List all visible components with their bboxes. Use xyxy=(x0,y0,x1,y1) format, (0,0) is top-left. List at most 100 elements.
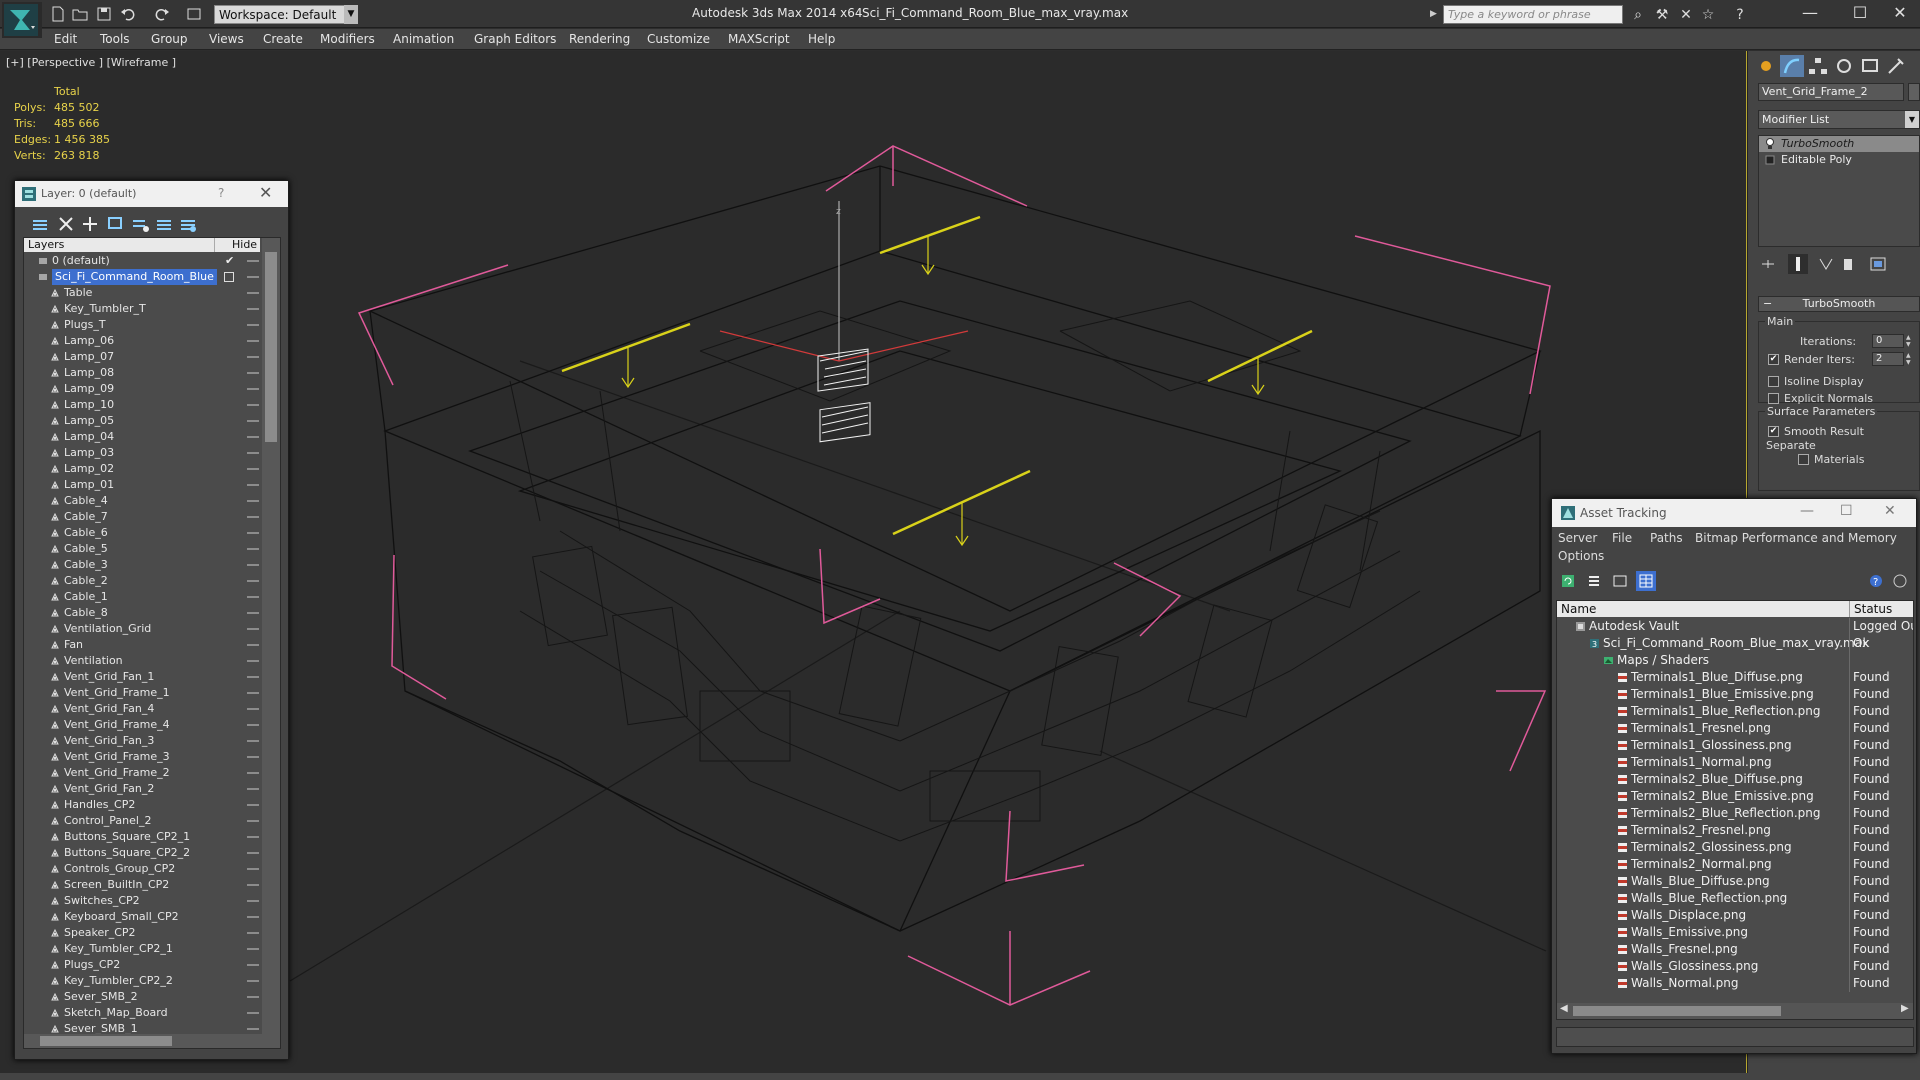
layer-row[interactable]: Lamp_09 xyxy=(24,381,260,397)
layer-row[interactable]: Lamp_07 xyxy=(24,349,260,365)
hide-toggle[interactable] xyxy=(247,692,259,694)
stack-item-editable-poly[interactable]: Editable Poly xyxy=(1759,152,1919,168)
asset-row[interactable]: 3 Sci_Fi_Command_Room_Blue_max_vray.max Ok xyxy=(1557,635,1913,652)
layer-row[interactable]: Buttons_Square_CP2_2 xyxy=(24,845,260,861)
list-view-icon[interactable] xyxy=(1584,571,1604,591)
help-icon[interactable]: ? xyxy=(218,186,224,200)
smooth-result-checkbox[interactable]: ✔ xyxy=(1768,426,1779,437)
layer-row[interactable]: Vent_Grid_Frame_1 xyxy=(24,685,260,701)
hide-toggle[interactable] xyxy=(247,324,259,326)
layer-row[interactable]: Lamp_06 xyxy=(24,333,260,349)
hide-toggle[interactable] xyxy=(247,292,259,294)
create-new-layer-icon[interactable] xyxy=(29,213,51,235)
hide-toggle[interactable] xyxy=(247,820,259,822)
save-icon[interactable] xyxy=(96,6,114,22)
object-color-swatch[interactable] xyxy=(1908,83,1920,101)
menu-options[interactable]: Options xyxy=(1558,549,1604,563)
layer-row[interactable]: Buttons_Square_CP2_1 xyxy=(24,829,260,845)
select-objects-in-layer-icon[interactable] xyxy=(105,213,127,235)
asset-row[interactable]: Walls_Blue_Reflection.png Found xyxy=(1557,890,1913,907)
menu-paths[interactable]: Paths xyxy=(1650,531,1683,545)
turbosmooth-rollout-header[interactable]: − TurboSmooth xyxy=(1758,296,1920,312)
explicit-normals-checkbox[interactable] xyxy=(1768,393,1779,404)
menu-graph-editors[interactable]: Graph Editors xyxy=(474,32,556,46)
hide-toggle[interactable] xyxy=(247,404,259,406)
favorites-star-icon[interactable]: ☆ xyxy=(1698,6,1718,24)
render-iters-checkbox[interactable]: ✔ xyxy=(1768,354,1779,365)
make-unique-icon[interactable] xyxy=(1816,254,1836,274)
hide-toggle[interactable] xyxy=(247,356,259,358)
layer-row[interactable]: Sketch_Map_Board xyxy=(24,1005,260,1021)
hide-toggle[interactable] xyxy=(247,484,259,486)
menu-views[interactable]: Views xyxy=(209,32,244,46)
layer-row[interactable]: Lamp_05 xyxy=(24,413,260,429)
hide-toggle[interactable] xyxy=(247,932,259,934)
help-icon[interactable]: ? xyxy=(1730,6,1750,24)
hide-toggle[interactable] xyxy=(247,724,259,726)
hide-toggle[interactable] xyxy=(247,308,259,310)
hide-toggle[interactable] xyxy=(247,596,259,598)
layer-row[interactable]: Control_Panel_2 xyxy=(24,813,260,829)
layer-row[interactable]: Vent_Grid_Frame_4 xyxy=(24,717,260,733)
hide-toggle[interactable] xyxy=(247,564,259,566)
redo-icon[interactable] xyxy=(154,6,172,22)
layer-row[interactable]: Lamp_01 xyxy=(24,477,260,493)
layer-row[interactable]: Lamp_08 xyxy=(24,365,260,381)
menu-tools[interactable]: Tools xyxy=(100,32,130,46)
help-icon[interactable]: ? xyxy=(1866,571,1886,591)
layer-row[interactable]: Lamp_10 xyxy=(24,397,260,413)
asset-row[interactable]: Terminals2_Normal.png Found xyxy=(1557,856,1913,873)
spinner-arrows-icon[interactable]: ▲ ▼ xyxy=(1906,352,1914,366)
menu-maxscript[interactable]: MAXScript xyxy=(728,32,790,46)
hide-toggle[interactable] xyxy=(247,756,259,758)
show-end-result-icon[interactable] xyxy=(1788,254,1808,274)
asset-row[interactable]: Terminals2_Fresnel.png Found xyxy=(1557,822,1913,839)
hide-toggle[interactable] xyxy=(247,1012,259,1014)
hide-toggle[interactable] xyxy=(247,452,259,454)
asset-row[interactable]: Terminals2_Blue_Diffuse.png Found xyxy=(1557,771,1913,788)
thumbnail-view-icon[interactable] xyxy=(1610,571,1630,591)
layer-row[interactable]: Lamp_04 xyxy=(24,429,260,445)
layer-horizontal-scrollbar[interactable] xyxy=(24,1034,262,1048)
layer-row[interactable]: Switches_CP2 xyxy=(24,893,260,909)
layer-row[interactable]: Key_Tumbler_CP2_2 xyxy=(24,973,260,989)
collapse-icon[interactable]: − xyxy=(1763,297,1772,311)
workspace-dropdown[interactable]: Workspace: Default xyxy=(214,5,358,24)
asset-tracking-titlebar[interactable]: Asset Tracking — ☐ ✕ xyxy=(1552,499,1916,527)
stack-item-turbosmooth[interactable]: TurboSmooth xyxy=(1759,136,1919,152)
layer-row[interactable]: Screen_BuiltIn_CP2 xyxy=(24,877,260,893)
layer-row[interactable]: Vent_Grid_Fan_2 xyxy=(24,781,260,797)
asset-path-field[interactable] xyxy=(1556,1027,1914,1047)
hide-toggle[interactable] xyxy=(247,788,259,790)
hide-toggle[interactable] xyxy=(247,1028,259,1030)
hide-toggle[interactable] xyxy=(247,884,259,886)
asset-row[interactable]: Walls_Blue_Diffuse.png Found xyxy=(1557,873,1913,890)
layer-vertical-scrollbar[interactable] xyxy=(262,238,280,1048)
asset-row[interactable]: Terminals1_Fresnel.png Found xyxy=(1557,720,1913,737)
hide-toggle[interactable] xyxy=(247,372,259,374)
hide-toggle[interactable] xyxy=(247,612,259,614)
asset-row[interactable]: Walls_Displace.png Found xyxy=(1557,907,1913,924)
maximize-icon[interactable]: ☐ xyxy=(1840,503,1853,519)
asset-row[interactable]: Autodesk Vault Logged Ou xyxy=(1557,618,1913,635)
layer-row[interactable]: Cable_3 xyxy=(24,557,260,573)
add-to-layer-icon[interactable] xyxy=(79,213,101,235)
hide-toggle[interactable] xyxy=(247,804,259,806)
isoline-display-checkbox[interactable] xyxy=(1768,376,1779,387)
layer-row[interactable]: Vent_Grid_Fan_1 xyxy=(24,669,260,685)
lightbulb-icon[interactable] xyxy=(1765,138,1775,150)
layer-row[interactable]: Vent_Grid_Frame_3 xyxy=(24,749,260,765)
table-view-icon[interactable] xyxy=(1636,571,1656,591)
search-input[interactable]: Type a keyword or phrase xyxy=(1443,5,1623,24)
asset-row[interactable]: Walls_Emissive.png Found xyxy=(1557,924,1913,941)
utilities-tab-icon[interactable] xyxy=(1884,55,1908,77)
modify-tab-icon[interactable] xyxy=(1780,55,1804,77)
materials-checkbox[interactable] xyxy=(1798,454,1809,465)
app-menu-button[interactable] xyxy=(2,2,42,38)
layer-row[interactable]: Lamp_03 xyxy=(24,445,260,461)
remove-modifier-icon[interactable] xyxy=(1838,254,1858,274)
hide-toggle[interactable] xyxy=(247,772,259,774)
layer-row[interactable]: Fan xyxy=(24,637,260,653)
hide-toggle[interactable] xyxy=(247,708,259,710)
layer-row[interactable]: Speaker_CP2 xyxy=(24,925,260,941)
